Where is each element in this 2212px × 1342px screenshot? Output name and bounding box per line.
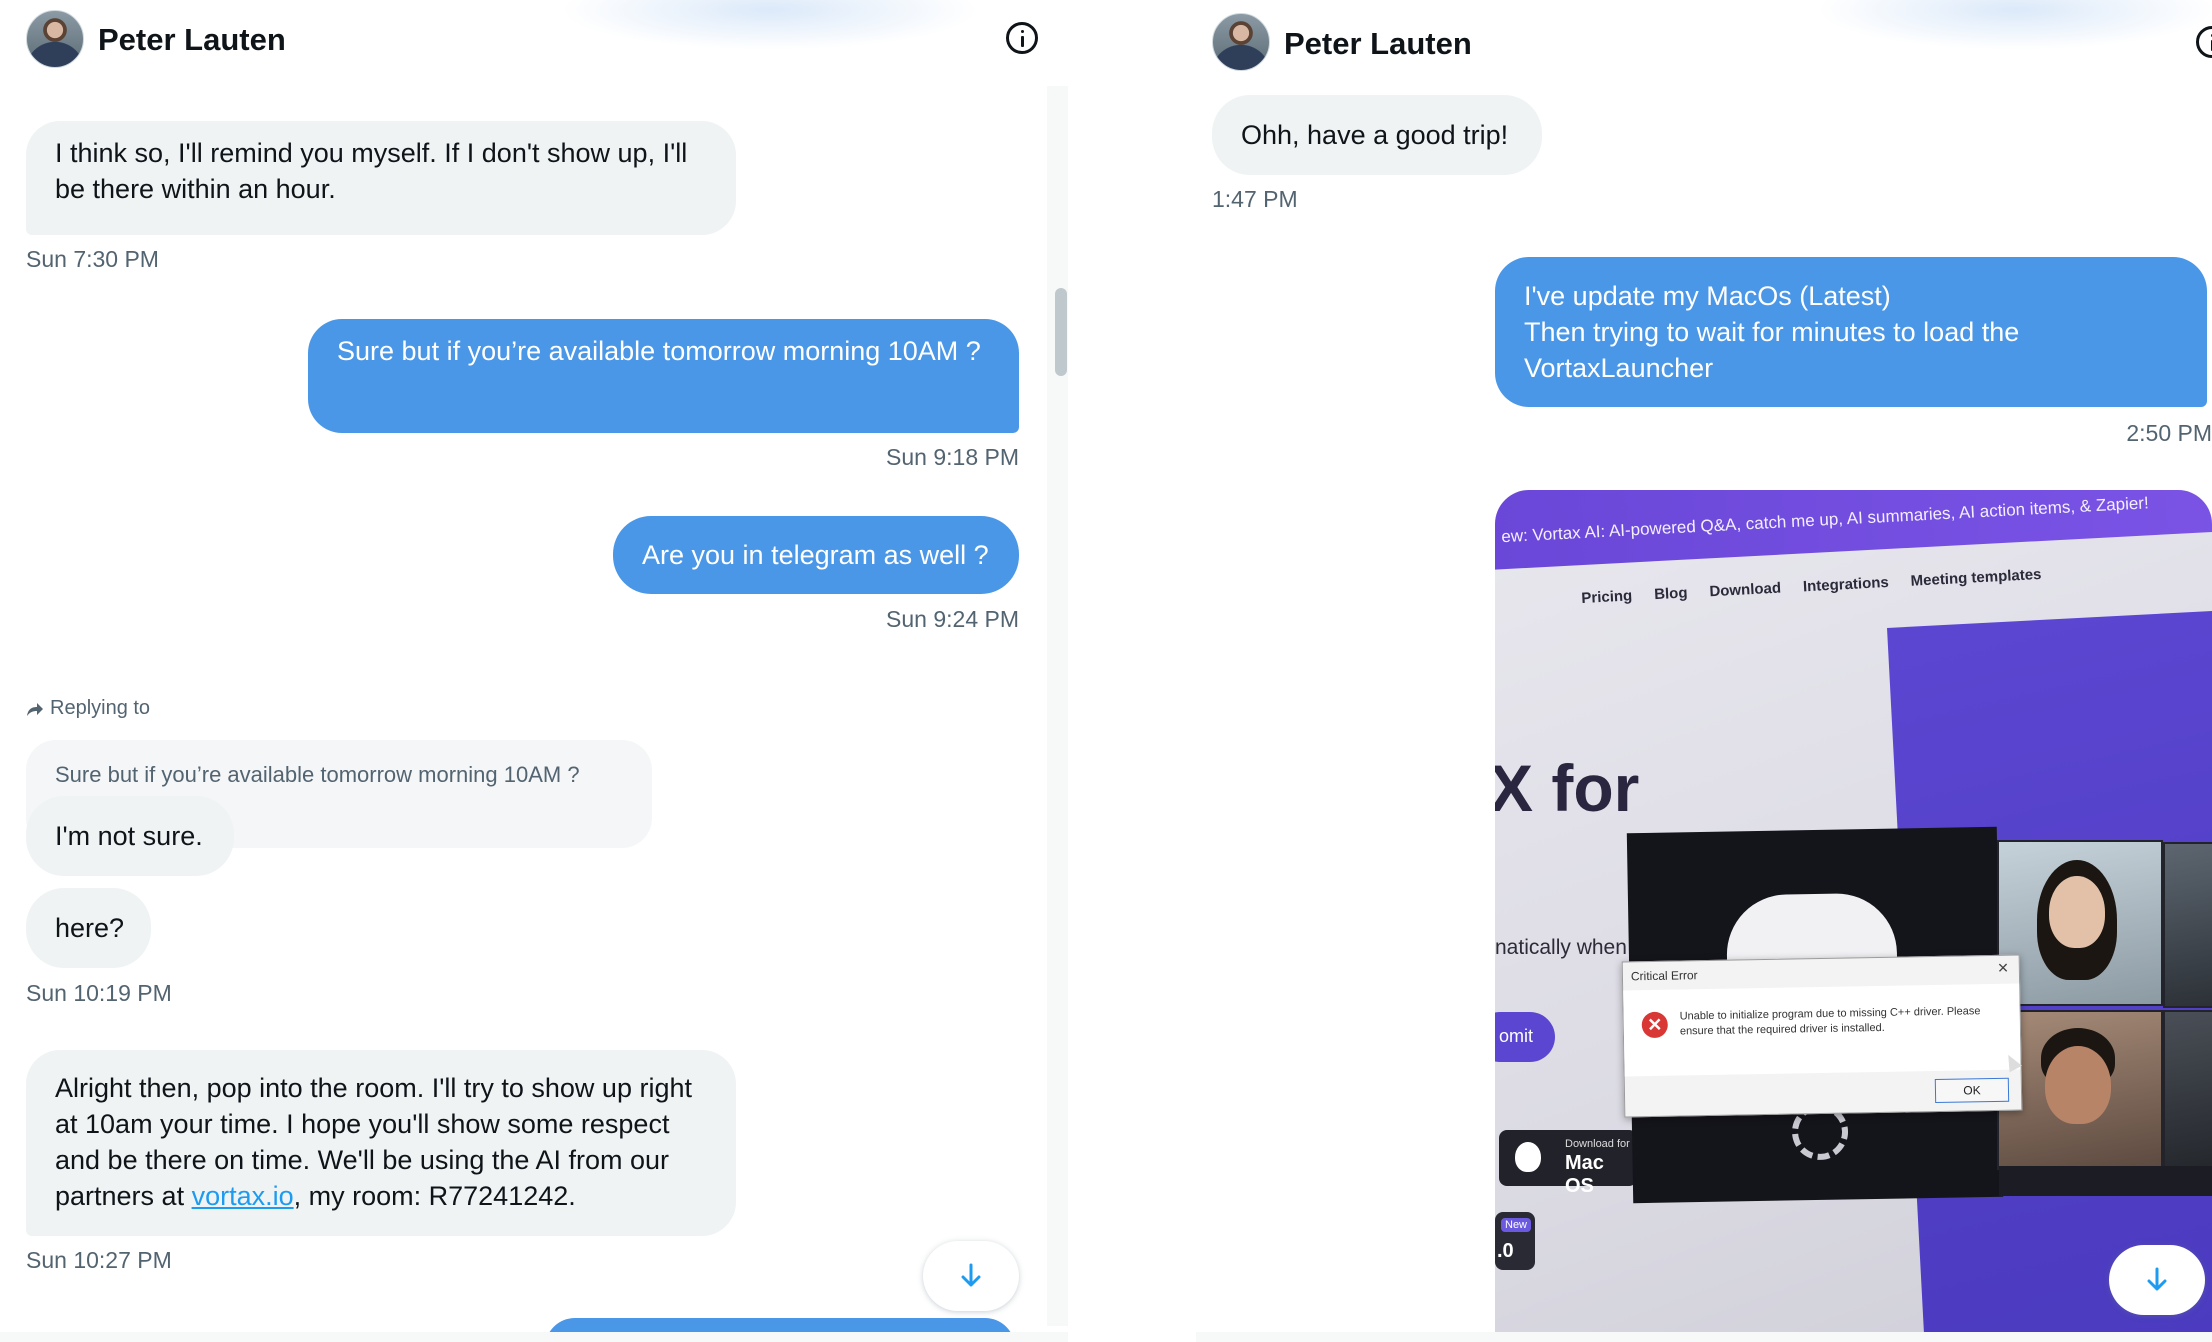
photo-nav-item: Meeting templates xyxy=(1910,565,2042,590)
photo-banner: ew: Vortax AI: AI-powered Q&A, catch me … xyxy=(1495,490,2212,570)
conversation-header: Peter Lauten xyxy=(1196,0,2212,80)
message-line: Then trying to wait for minutes to load … xyxy=(1524,317,2020,347)
photo-video-tile xyxy=(2163,1010,2212,1170)
vortax-link[interactable]: vortax.io xyxy=(192,1181,294,1211)
message-timestamp: Sun 7:30 PM xyxy=(26,246,159,272)
photo-submit-button: omit xyxy=(1495,1012,1555,1062)
error-x-icon: ✕ xyxy=(1641,1011,1669,1039)
error-dialog-body: ✕ Unable to initialize program due to mi… xyxy=(1623,983,2021,1077)
avatar[interactable] xyxy=(1212,13,1270,71)
new-badge-label: New xyxy=(1501,1218,1532,1232)
photo-headline: X for xyxy=(1495,751,1640,825)
person-face xyxy=(2045,1046,2111,1124)
conversation-panel-left: Peter Lauten I think so, I'll remind you… xyxy=(0,0,1068,1342)
photo-video-tile xyxy=(1997,840,2163,1006)
error-dialog-title: Critical Error xyxy=(1630,968,1698,984)
message-timestamp: Sun 10:19 PM xyxy=(26,980,172,1006)
message-timestamp: 2:50 PM xyxy=(2126,420,2212,446)
version-label: .0 xyxy=(1497,1240,1514,1262)
message-line: I've update my MacOs (Latest) xyxy=(1524,281,1891,311)
error-dialog-ok-button: OK xyxy=(1934,1077,2010,1104)
close-icon: ✕ xyxy=(1996,959,2009,976)
message-bubble-outgoing[interactable]: Are you in telegram as well ? xyxy=(613,516,1019,594)
photo-nav-item: Pricing xyxy=(1581,587,1633,607)
replying-to-label: Replying to xyxy=(26,697,150,720)
conversation-panel-right: Peter Lauten Ohh, have a good trip! 1:47… xyxy=(1196,0,2212,1342)
header-glow xyxy=(560,0,980,50)
message-bubble-outgoing[interactable]: Sure but if you’re available tomorrow mo… xyxy=(308,319,1019,433)
photo-nav: Pricing Blog Download Integrations Meeti… xyxy=(1581,566,2042,607)
photo-new-badge: New .0 xyxy=(1495,1212,1535,1270)
person-face xyxy=(2049,876,2105,948)
error-dialog-message: Unable to initialize program due to miss… xyxy=(1679,1005,1981,1038)
message-bubble-incoming[interactable]: Ohh, have a good trip! xyxy=(1212,95,1542,175)
message-line: VortaxLauncher xyxy=(1524,353,1714,383)
apple-icon xyxy=(1515,1142,1541,1172)
message-bubble-incoming[interactable]: Alright then, pop into the room. I'll tr… xyxy=(26,1050,736,1236)
message-bubble-outgoing[interactable]: I've update my MacOs (Latest) Then tryin… xyxy=(1495,257,2207,407)
header-glow xyxy=(1816,0,2212,50)
message-timestamp: Sun 9:24 PM xyxy=(886,606,1019,632)
photo-error-dialog: Critical Error ✕ ✕ Unable to initialize … xyxy=(1621,954,2023,1118)
message-timestamp: Sun 10:27 PM xyxy=(26,1247,172,1273)
scrollbar-track[interactable] xyxy=(1047,86,1068,1326)
photo-nav-item: Download xyxy=(1709,579,1782,601)
message-timestamp: 1:47 PM xyxy=(1212,186,1298,212)
scroll-to-bottom-button[interactable] xyxy=(2109,1245,2205,1315)
message-bubble-reply[interactable]: I'm not sure. xyxy=(26,796,234,876)
arrow-down-icon xyxy=(961,1263,981,1287)
reply-arrow-icon xyxy=(26,701,44,717)
scroll-to-bottom-button[interactable] xyxy=(923,1241,1019,1311)
scrollbar-thumb[interactable] xyxy=(1055,288,1067,376)
photo-nav-item: Blog xyxy=(1653,584,1688,604)
message-text-tail: , my room: R77241242. xyxy=(293,1181,576,1211)
info-icon[interactable] xyxy=(1006,22,1038,54)
replying-to-text: Replying to xyxy=(50,697,151,719)
contact-name[interactable]: Peter Lauten xyxy=(98,22,286,58)
panel-bottom-edge xyxy=(0,1332,1068,1342)
arrow-down-icon xyxy=(2147,1267,2167,1291)
photo-nav-item: Integrations xyxy=(1802,573,1890,596)
attached-photo[interactable]: ew: Vortax AI: AI-powered Q&A, catch me … xyxy=(1495,490,2212,1342)
download-big-text: Mac OS xyxy=(1565,1152,1604,1197)
photo-download-button: Download for Mac OS xyxy=(1499,1130,1637,1197)
photo-video-tile xyxy=(2163,842,2212,1008)
photo-call-toolbar xyxy=(1999,1166,2212,1196)
contact-name[interactable]: Peter Lauten xyxy=(1284,26,1472,62)
download-small-text: Download for xyxy=(1565,1138,1630,1150)
panel-gap xyxy=(1068,0,1196,1342)
avatar[interactable] xyxy=(26,10,84,68)
photo-subtext: natically when xyxy=(1495,936,1627,959)
conversation-header: Peter Lauten xyxy=(0,0,1068,80)
message-timestamp: Sun 9:18 PM xyxy=(886,444,1019,470)
panel-bottom-edge xyxy=(1196,1332,2212,1342)
message-bubble-incoming[interactable]: I think so, I'll remind you myself. If I… xyxy=(26,121,736,235)
message-bubble-incoming[interactable]: here? xyxy=(26,888,151,968)
